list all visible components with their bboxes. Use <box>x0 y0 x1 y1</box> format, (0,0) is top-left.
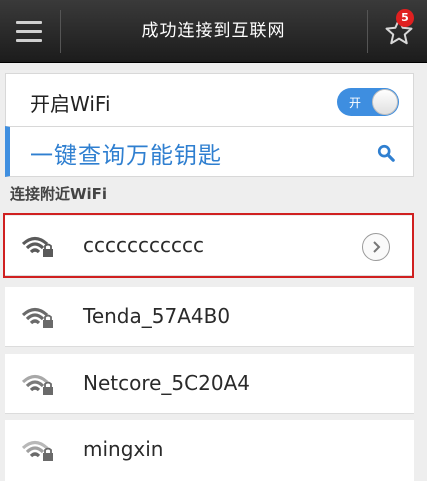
search-icon[interactable] <box>377 144 395 162</box>
menu-button[interactable] <box>0 0 61 63</box>
wifi-toggle-switch[interactable]: 开 <box>337 88 399 116</box>
wifi-toggle-label: 开启WiFi <box>30 92 111 116</box>
menu-icon-line <box>16 30 42 33</box>
nearby-wifi-section-label: 连接附近WiFi <box>10 185 108 203</box>
wifi-network-name: Netcore_5C20A4 <box>83 371 250 395</box>
master-key-label: 一键查询万能钥匙 <box>30 143 222 169</box>
highlight-frame <box>3 213 414 278</box>
favorites-button[interactable]: 5 <box>367 0 427 63</box>
wifi-list-item[interactable]: mingxin <box>5 420 414 481</box>
toggle-knob <box>372 89 398 115</box>
menu-icon <box>16 21 42 24</box>
wifi-list-item[interactable]: Netcore_5C20A4 <box>5 354 414 414</box>
wifi-list-item[interactable]: Tenda_57A4B0 <box>5 287 414 347</box>
page-title: 成功连接到互联网 <box>141 21 286 41</box>
top-bar: 成功连接到互联网 5 <box>0 0 427 63</box>
wifi-lock-icon <box>21 307 53 328</box>
wifi-network-name: Tenda_57A4B0 <box>83 304 231 328</box>
menu-icon-line <box>16 39 42 42</box>
wifi-lock-icon <box>21 374 53 395</box>
notification-badge: 5 <box>396 9 414 27</box>
master-key-search-row[interactable]: 一键查询万能钥匙 <box>5 126 414 177</box>
wifi-network-name: mingxin <box>83 437 164 461</box>
divider <box>367 10 368 53</box>
toggle-state-text: 开 <box>349 96 362 110</box>
wifi-toggle-row: 开启WiFi 开 <box>5 73 414 127</box>
wifi-lock-icon <box>21 440 53 461</box>
